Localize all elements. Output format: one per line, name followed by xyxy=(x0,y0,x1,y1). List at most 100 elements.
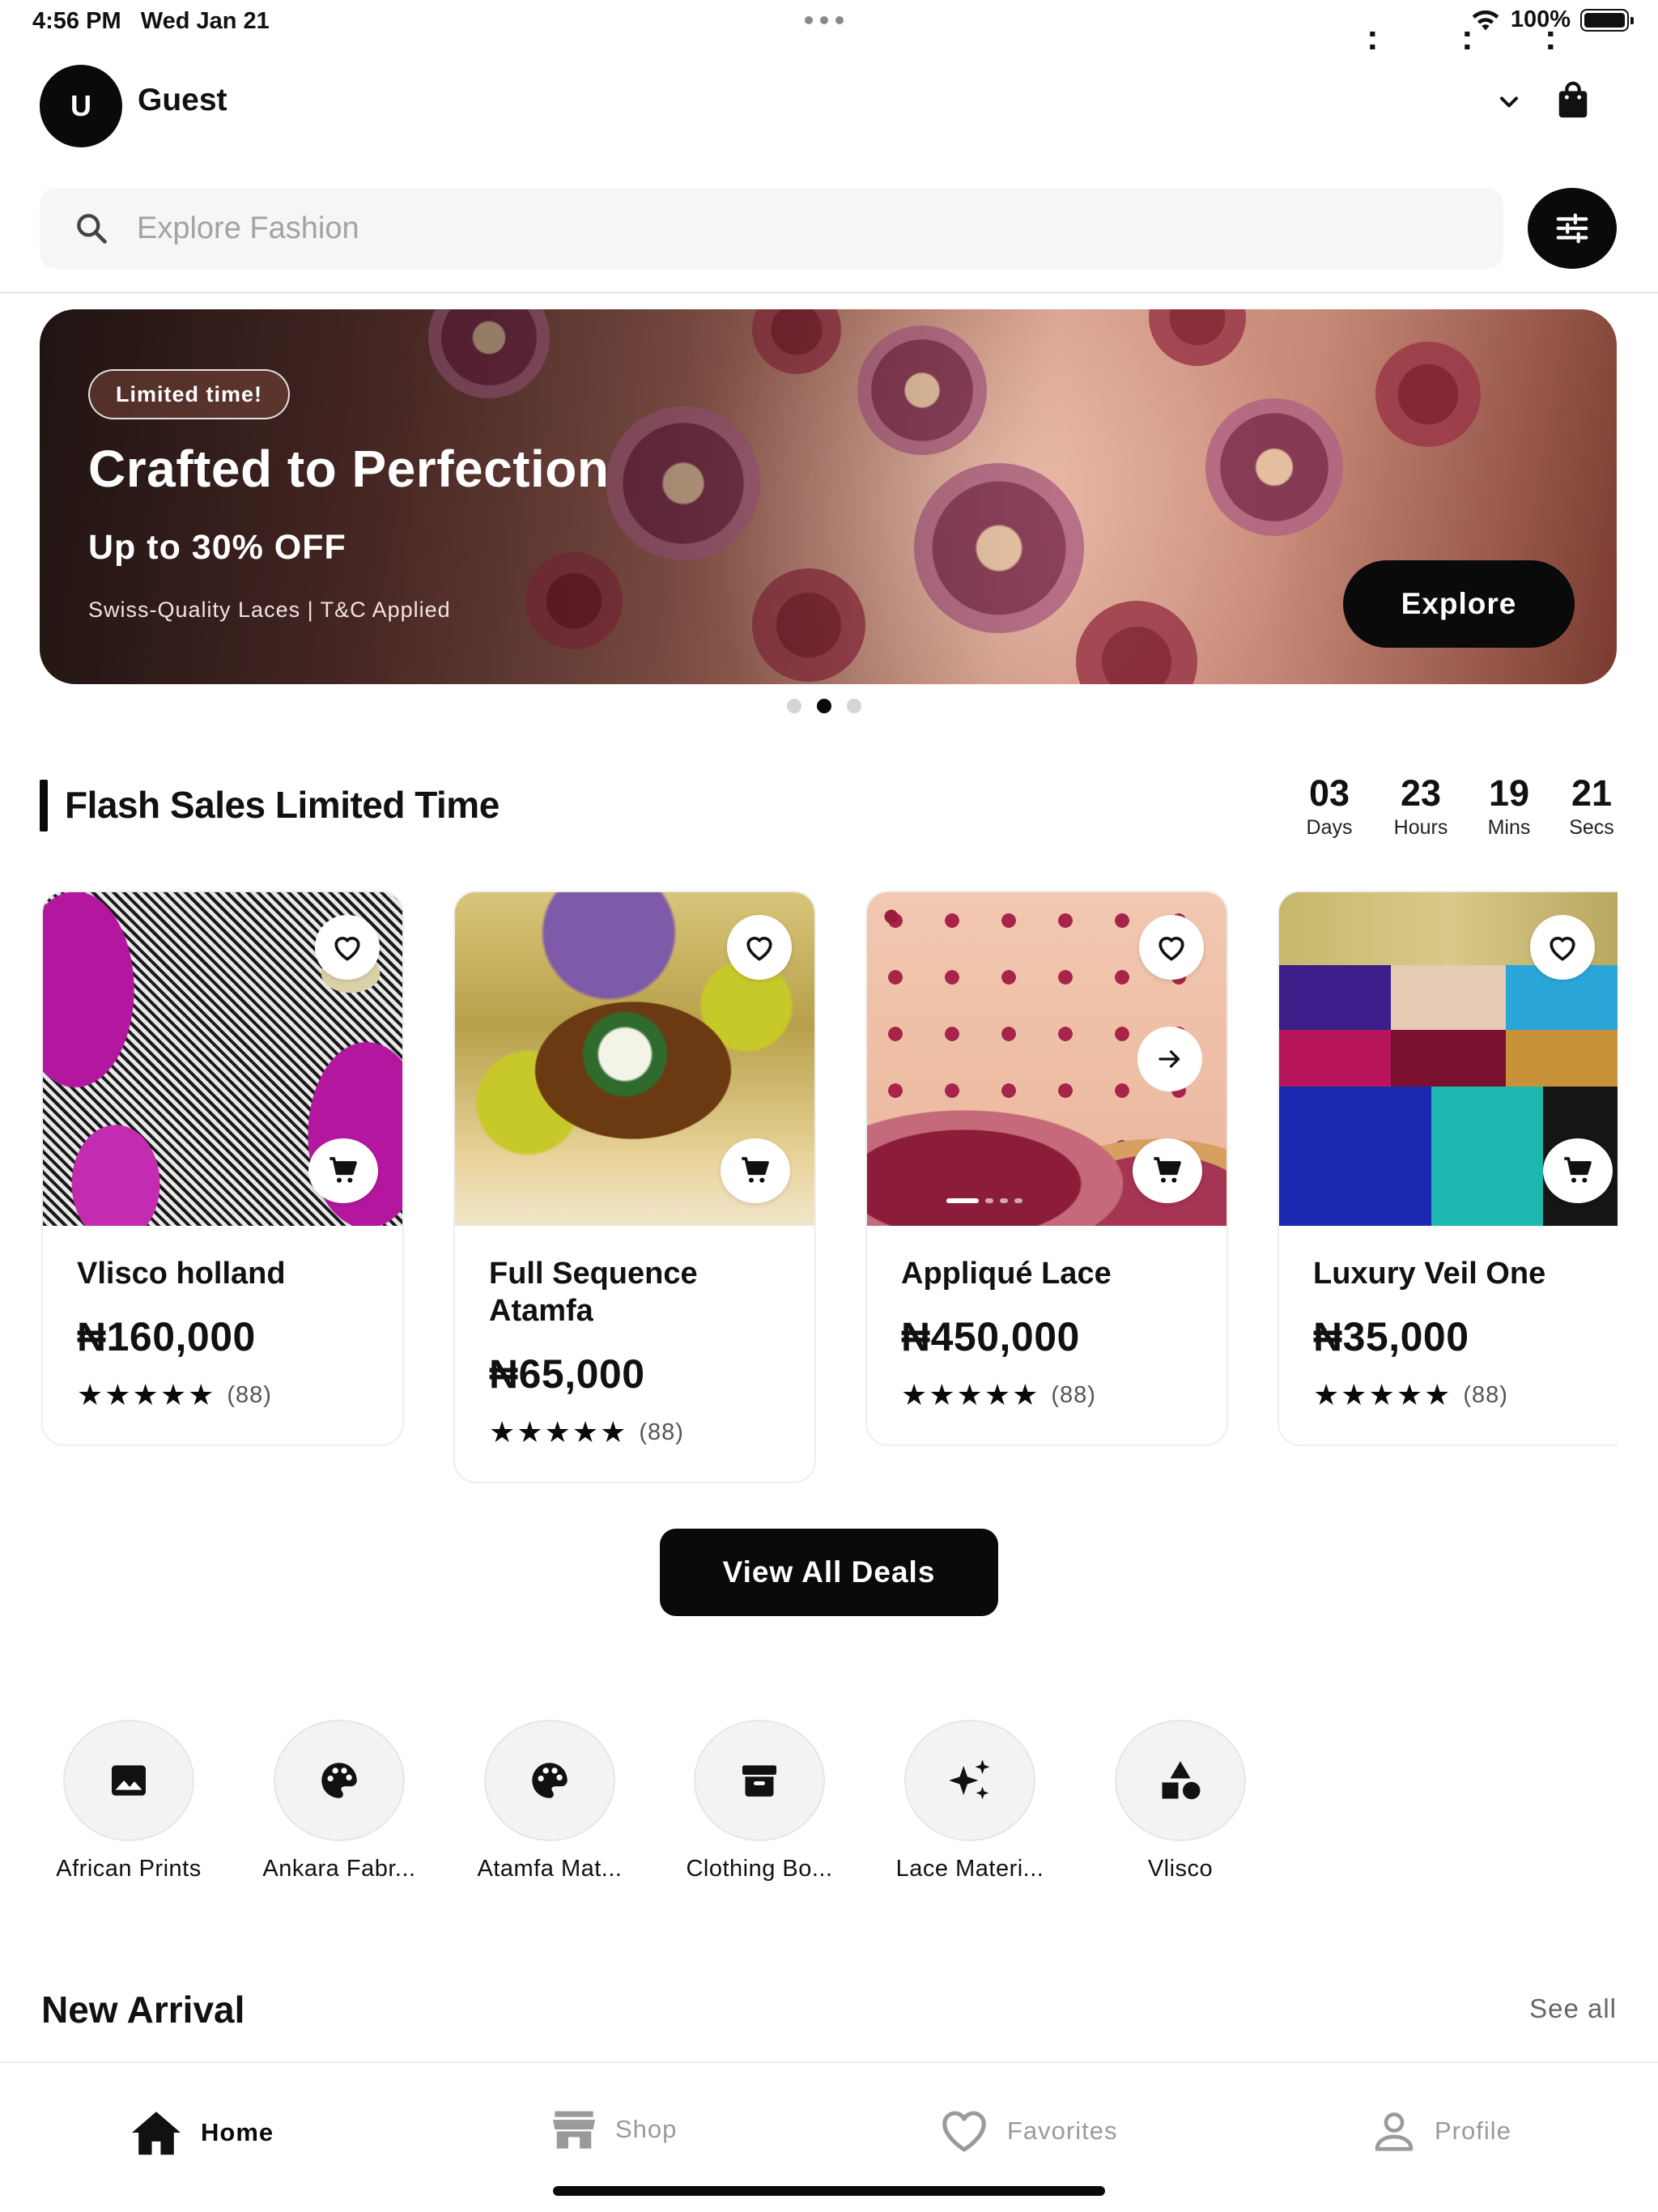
add-to-cart-button[interactable] xyxy=(308,1138,378,1203)
category-label: African Prints xyxy=(56,1856,202,1882)
star-rating-icon: ★★★★★ xyxy=(1313,1378,1452,1411)
sliders-icon xyxy=(1556,213,1588,244)
shapes-icon xyxy=(1162,1761,1201,1800)
countdown-secs-label: Secs xyxy=(1569,816,1614,839)
home-icon xyxy=(132,2112,181,2155)
add-to-cart-button[interactable] xyxy=(721,1138,790,1203)
store-icon xyxy=(553,2111,595,2149)
product-name: Luxury Veil One xyxy=(1313,1257,1546,1291)
search-bar[interactable] xyxy=(40,188,1503,269)
product-image[interactable] xyxy=(43,892,402,1226)
pager-dot-active[interactable] xyxy=(817,699,831,713)
cart-icon xyxy=(1564,1157,1592,1183)
filter-button[interactable] xyxy=(1528,188,1617,269)
chevron-down-icon[interactable] xyxy=(1494,87,1524,117)
tab-home[interactable]: Home xyxy=(130,2108,274,2157)
status-time: 4:56 PM Wed Jan 21 xyxy=(32,8,270,34)
review-count: (88) xyxy=(639,1419,684,1445)
explore-button[interactable]: Explore xyxy=(1343,560,1575,648)
battery-icon xyxy=(1580,8,1634,32)
add-to-cart-button[interactable] xyxy=(1543,1138,1613,1203)
countdown-mins: 19 Mins xyxy=(1483,772,1535,839)
countdown-days-value: 03 xyxy=(1308,772,1350,814)
product-card[interactable]: Appliqué Lace ₦450,000 ★★★★★ (88) xyxy=(865,891,1228,1446)
tab-profile[interactable]: Profile xyxy=(1371,2108,1511,2154)
tab-favorites[interactable]: Favorites xyxy=(939,2108,1117,2154)
countdown-separator: : xyxy=(1461,18,1473,57)
person-icon xyxy=(1375,2112,1414,2151)
section-accent-bar xyxy=(40,780,48,832)
product-card[interactable]: Full Sequence Atamfa ₦65,000 ★★★★★ (88) xyxy=(453,891,816,1483)
countdown-days: 03 Days xyxy=(1303,772,1355,839)
favorite-button[interactable] xyxy=(727,915,792,980)
shopping-bag-icon[interactable] xyxy=(1554,79,1592,121)
home-indicator[interactable] xyxy=(553,2186,1105,2196)
category-label: Ankara Fabr... xyxy=(262,1856,416,1882)
countdown-days-label: Days xyxy=(1306,816,1353,839)
favorite-button[interactable] xyxy=(1530,915,1595,980)
palette-icon xyxy=(532,1763,568,1798)
user-name[interactable]: Guest xyxy=(138,83,227,118)
countdown-mins-label: Mins xyxy=(1487,816,1531,839)
review-count: (88) xyxy=(1463,1381,1508,1408)
banner-pager[interactable] xyxy=(787,699,861,713)
countdown-hours-value: 23 xyxy=(1400,772,1442,814)
category-ankara-fabric[interactable]: Ankara Fabr... xyxy=(242,1720,436,1882)
product-name: Vlisco holland xyxy=(77,1257,286,1291)
product-image[interactable] xyxy=(1279,892,1618,1226)
promo-banner[interactable]: Limited time! Crafted to Perfection Up t… xyxy=(40,309,1617,684)
category-lace-materials[interactable]: Lace Materi... xyxy=(873,1720,1067,1882)
tab-label: Shop xyxy=(615,2115,678,2143)
limited-time-badge: Limited time! xyxy=(88,369,291,419)
product-price: ₦65,000 xyxy=(489,1351,645,1397)
add-to-cart-button[interactable] xyxy=(1133,1138,1202,1203)
avatar[interactable]: U xyxy=(40,65,122,147)
product-rating: ★★★★★ (88) xyxy=(1313,1378,1584,1412)
search-input[interactable] xyxy=(137,188,1432,269)
product-image[interactable] xyxy=(867,892,1226,1226)
view-all-deals-button[interactable]: View All Deals xyxy=(660,1529,998,1616)
pager-dot[interactable] xyxy=(787,699,801,713)
star-rating-icon: ★★★★★ xyxy=(901,1378,1040,1411)
heart-icon xyxy=(942,2111,986,2152)
tab-label: Profile xyxy=(1435,2116,1511,2145)
image-icon xyxy=(112,1765,146,1796)
product-card[interactable]: Luxury Veil One ₦35,000 ★★★★★ (88) xyxy=(1278,891,1618,1446)
product-image[interactable] xyxy=(455,892,814,1226)
heart-icon xyxy=(1550,937,1575,961)
category-atamfa-material[interactable]: Atamfa Mat... xyxy=(453,1720,647,1882)
product-rating: ★★★★★ (88) xyxy=(77,1378,368,1412)
product-rating: ★★★★★ (88) xyxy=(901,1378,1192,1412)
heart-icon xyxy=(334,937,360,961)
product-price: ₦35,000 xyxy=(1313,1314,1469,1359)
category-label: Vlisco xyxy=(1147,1856,1214,1882)
category-clothing-bo[interactable]: Clothing Bo... xyxy=(662,1720,857,1882)
favorite-button[interactable] xyxy=(315,915,380,980)
product-card[interactable]: Vlisco holland ₦160,000 ★★★★★ (88) xyxy=(41,891,404,1446)
banner-title: Crafted to Perfection xyxy=(88,440,610,498)
favorite-button[interactable] xyxy=(1139,915,1204,980)
wifi-icon xyxy=(1472,10,1499,30)
product-name: Full Sequence Atamfa xyxy=(489,1257,698,1328)
countdown-hours: 23 Hours xyxy=(1389,772,1452,839)
review-count: (88) xyxy=(1051,1381,1096,1408)
category-vlisco[interactable]: Vlisco xyxy=(1083,1720,1278,1882)
flash-sales-title: Flash Sales Limited Time xyxy=(65,784,500,826)
palette-icon xyxy=(321,1763,357,1798)
cart-icon xyxy=(742,1157,769,1183)
next-image-button[interactable] xyxy=(1137,1027,1202,1091)
category-label: Lace Materi... xyxy=(895,1856,1044,1882)
tab-shop[interactable]: Shop xyxy=(551,2108,677,2150)
new-arrival-title: New Arrival xyxy=(41,1989,245,2031)
see-all-link[interactable]: See all xyxy=(1529,1993,1617,2024)
tab-label: Home xyxy=(201,2118,274,2146)
multitasking-dots-icon[interactable] xyxy=(805,16,844,24)
product-name: Appliqué Lace xyxy=(901,1257,1112,1291)
search-icon xyxy=(77,214,107,244)
pager-dot[interactable] xyxy=(847,699,861,713)
image-pager[interactable] xyxy=(946,1198,1022,1203)
category-african-prints[interactable]: African Prints xyxy=(32,1720,226,1882)
cart-icon xyxy=(1154,1157,1181,1183)
product-price: ₦160,000 xyxy=(77,1314,256,1359)
star-rating-icon: ★★★★★ xyxy=(77,1378,216,1411)
